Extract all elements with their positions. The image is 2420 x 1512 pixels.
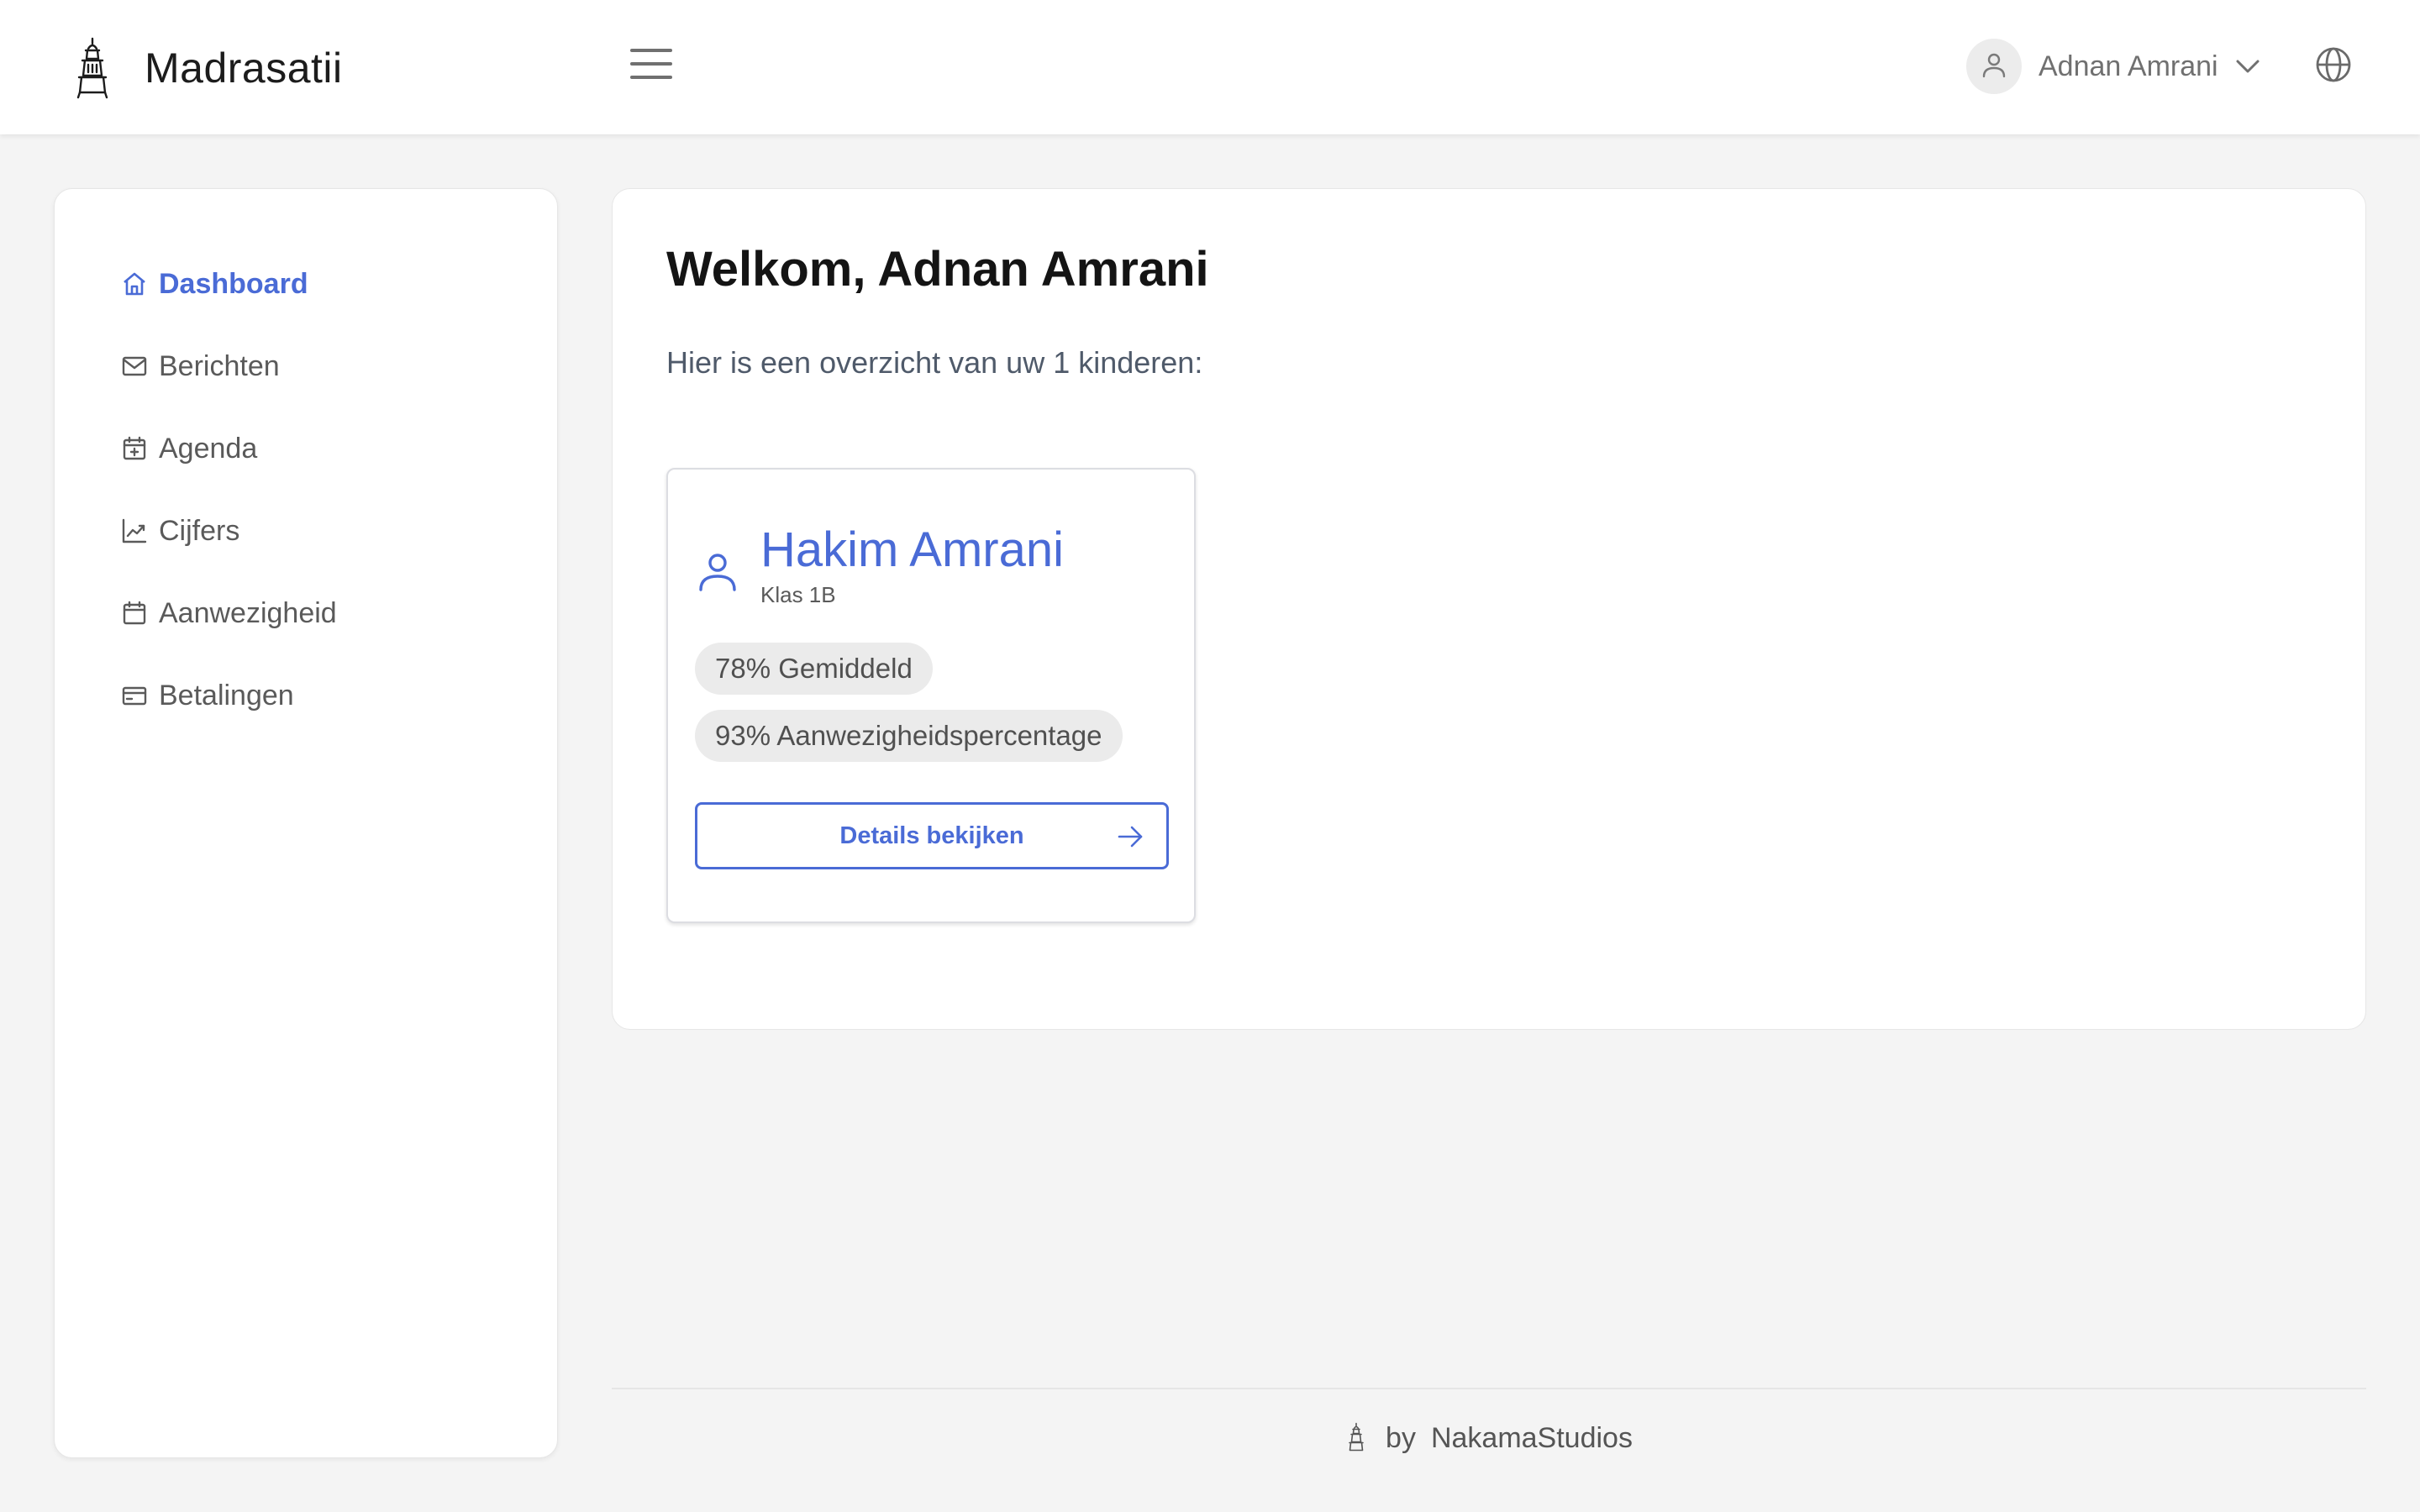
calendar-icon: [120, 599, 149, 627]
calendar-plus-icon: [120, 434, 149, 463]
sidebar-item-dashboard[interactable]: Dashboard: [55, 243, 557, 325]
sidebar-item-cijfers[interactable]: Cijfers: [55, 490, 557, 572]
attendance-badge: 93% Aanwezigheidspercentage: [695, 710, 1123, 762]
sidebar-item-label: Dashboard: [159, 267, 308, 300]
minaret-logo-icon: [1345, 1421, 1367, 1455]
view-details-button[interactable]: Details bekijken: [695, 802, 1169, 869]
sidebar-item-label: Betalingen: [159, 679, 294, 711]
user-icon: [1980, 50, 2008, 83]
grade-average-badge: 78% Gemiddeld: [695, 643, 933, 695]
child-name: Hakim Amrani: [760, 522, 1064, 577]
globe-icon: [2315, 46, 2352, 87]
language-button[interactable]: [2311, 44, 2356, 89]
sidebar-item-label: Berichten: [159, 349, 280, 382]
sidebar-item-label: Aanwezigheid: [159, 596, 337, 629]
page-title: Welkom, Adnan Amrani: [666, 242, 1209, 297]
sidebar-item-betalingen[interactable]: Betalingen: [55, 654, 557, 737]
top-bar: Madrasatii Adnan Amrani: [0, 0, 2420, 134]
sidebar-item-berichten[interactable]: Berichten: [55, 325, 557, 407]
sidebar-item-label: Agenda: [159, 432, 258, 465]
details-button-label: Details bekijken: [839, 822, 1024, 849]
brand[interactable]: Madrasatii: [71, 30, 343, 106]
user-name: Adnan Amrani: [2039, 50, 2218, 82]
hamburger-icon: [629, 47, 673, 85]
sidebar-item-aanwezigheid[interactable]: Aanwezigheid: [55, 572, 557, 654]
footer-by-text: by: [1386, 1421, 1416, 1454]
home-icon: [120, 270, 149, 298]
avatar: [1966, 39, 2022, 94]
user-menu[interactable]: Adnan Amrani: [1966, 39, 2262, 94]
sidebar-item-label: Cijfers: [159, 514, 240, 547]
dashboard-panel: Welkom, Adnan Amrani Hier is een overzic…: [612, 188, 2366, 1030]
child-class: Klas 1B: [760, 582, 836, 607]
menu-toggle-button[interactable]: [625, 44, 677, 87]
credit-card-icon: [120, 681, 149, 710]
sidebar-item-agenda[interactable]: Agenda: [55, 407, 557, 490]
chart-line-icon: [120, 517, 149, 545]
sidebar: Dashboard Berichten Agenda Cijfers Aanwe…: [54, 188, 558, 1458]
mail-icon: [120, 352, 149, 381]
child-info: Hakim Amrani Klas 1B: [760, 523, 1064, 608]
overview-text: Hier is een overzicht van uw 1 kinderen:: [666, 345, 1203, 380]
minaret-logo-icon: [71, 34, 114, 102]
child-header: Hakim Amrani Klas 1B: [695, 523, 1064, 608]
arrow-right-icon: [1116, 822, 1144, 851]
chevron-down-icon: [2233, 52, 2262, 81]
footer-studio-link[interactable]: NakamaStudios: [1431, 1422, 1633, 1455]
child-card: Hakim Amrani Klas 1B 78% Gemiddeld 93% A…: [666, 468, 1196, 923]
footer: by NakamaStudios: [612, 1411, 2366, 1465]
user-icon: [695, 549, 740, 594]
footer-divider: [612, 1388, 2366, 1389]
brand-name: Madrasatii: [145, 45, 343, 92]
